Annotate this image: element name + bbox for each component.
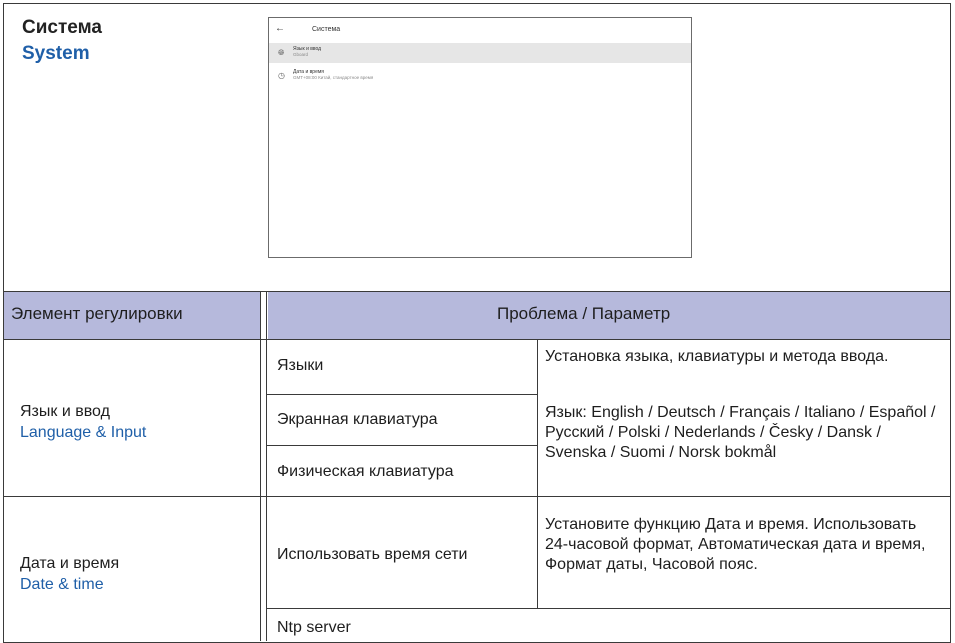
item-name-en: Date & time [20,576,104,593]
item-name-ru: Язык и ввод [20,403,110,420]
screenshot-title: Система [312,26,341,33]
divider [3,496,951,497]
option-network-time: Использовать время сети [277,546,468,563]
divider [267,445,537,446]
section-title-en: System [22,43,90,64]
divider [266,291,267,641]
language-list: Язык: English / Deutsch / Français / Ita… [545,404,936,461]
table-header-parameter: Проблема / Параметр [497,304,671,323]
option-physical-keyboard: Физическая клавиатура [277,463,454,480]
option-description: Установите функцию Дата и время. Использ… [545,516,926,573]
settings-screenshot: ← Система 🌐︎ Язык и ввод Gboard ◷ Дата и… [268,17,692,258]
option-ntp-server: Ntp server [277,619,351,636]
divider [537,339,538,608]
arrow-back-icon: ← [275,23,285,34]
divider [267,608,951,609]
item-name-en: Language & Input [20,424,147,441]
divider [267,394,537,395]
screenshot-item-datetime: ◷ Дата и время GMT+08:00 Китай, стандарт… [269,66,691,86]
divider [260,291,261,641]
screenshot-item-sublabel: Gboard [293,52,309,57]
option-description: Установка языка, клавиатуры и метода вво… [545,348,889,365]
clock-icon: ◷ [278,71,285,80]
screenshot-item-sublabel: GMT+08:00 Китай, стандартное время [293,75,374,80]
globe-icon: 🌐︎ [278,48,285,57]
section-title-ru: Система [22,17,102,38]
item-name-ru: Дата и время [20,555,120,572]
option-languages: Языки [277,357,324,374]
table-header-item: Элемент регулировки [11,304,183,323]
screenshot-item-language: 🌐︎ Язык и ввод Gboard [269,43,691,63]
screenshot-header: ← Система [269,18,691,42]
option-onscreen-keyboard: Экранная клавиатура [277,411,438,428]
divider [3,339,951,340]
